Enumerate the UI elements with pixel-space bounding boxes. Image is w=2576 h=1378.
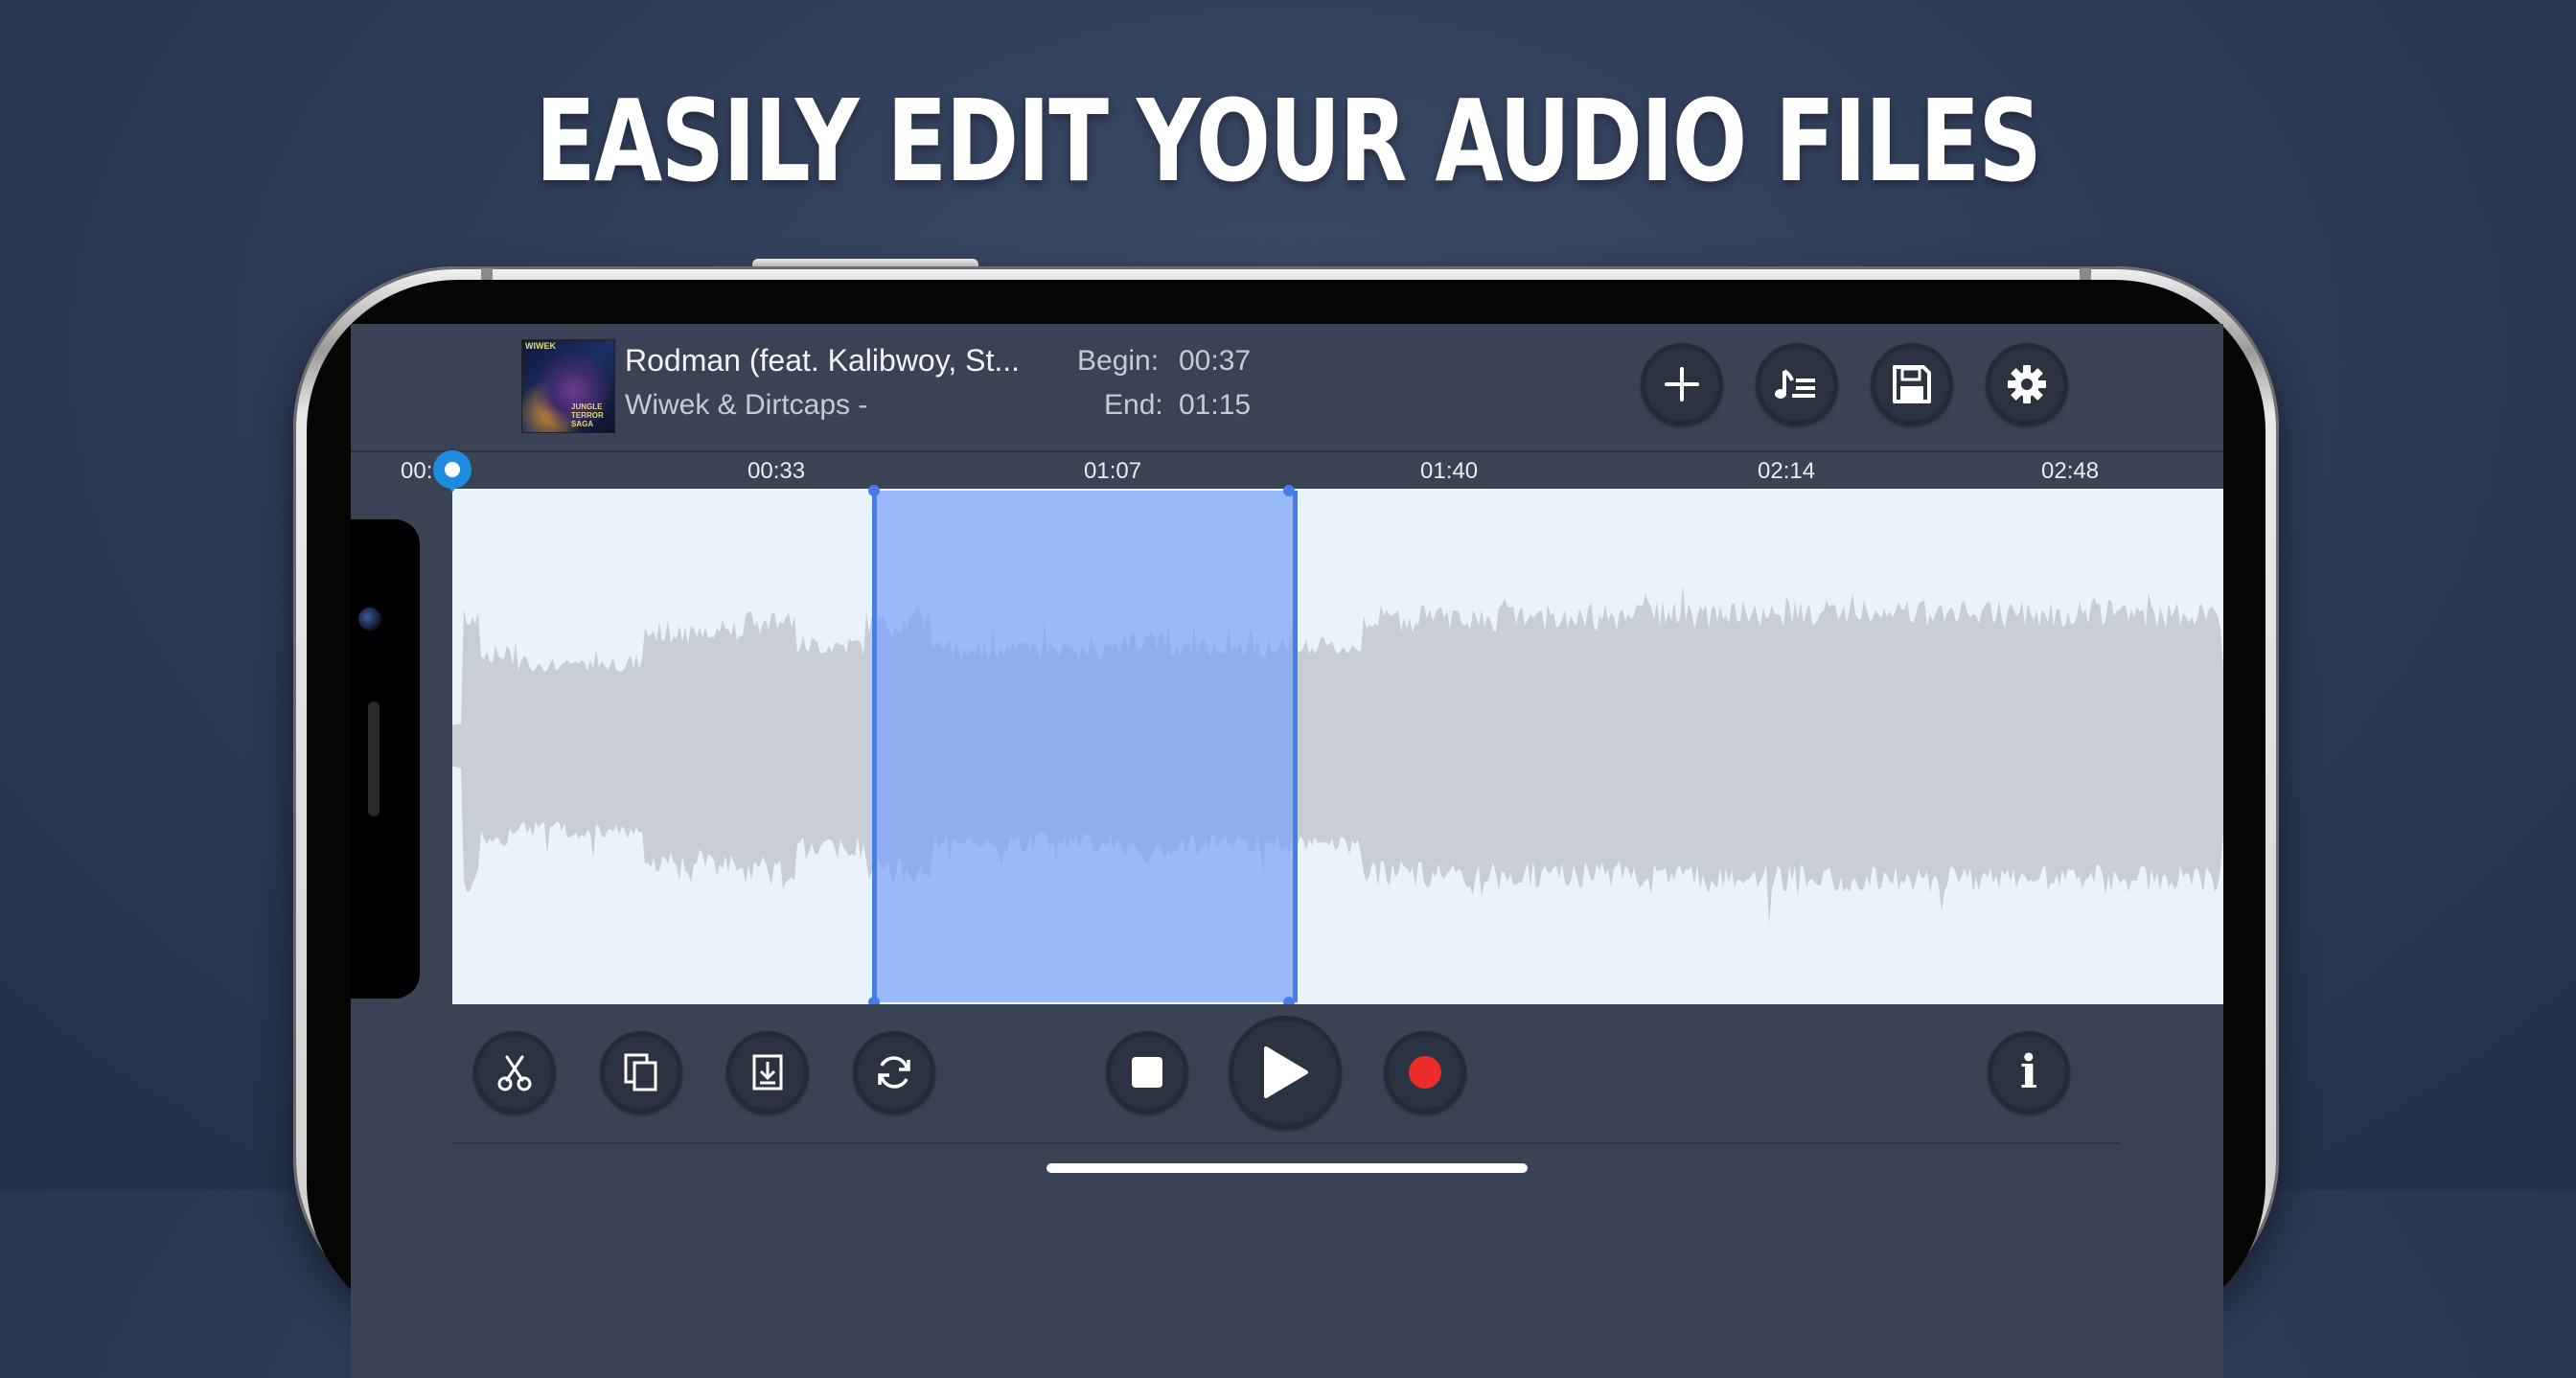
begin-value: 00:37 xyxy=(1179,345,1252,377)
timeline-tick: 00:33 xyxy=(748,458,806,484)
loop-button[interactable] xyxy=(853,1031,935,1114)
timeline-tick: 02:48 xyxy=(2041,458,2100,484)
info-button[interactable]: i xyxy=(1988,1031,2070,1114)
album-art-artist-text: WIWEK xyxy=(525,341,556,351)
play-button[interactable] xyxy=(1229,1016,1342,1129)
waveform-area[interactable] xyxy=(452,489,2223,1004)
save-button[interactable] xyxy=(1871,343,1953,425)
front-camera xyxy=(358,608,381,631)
paste-button[interactable] xyxy=(726,1031,809,1114)
info-icon: i xyxy=(2019,1045,2038,1099)
record-button[interactable] xyxy=(1384,1031,1466,1114)
selection-start-handle[interactable] xyxy=(868,485,880,496)
floppy-disk-icon xyxy=(1893,365,1931,403)
timeline-tick: 01:07 xyxy=(1084,458,1142,484)
copy-button[interactable] xyxy=(600,1031,682,1114)
cut-button[interactable] xyxy=(473,1031,556,1114)
record-icon xyxy=(1409,1056,1441,1089)
track-title: Rodman (feat. Kalibwoy, St... xyxy=(625,343,1021,378)
stop-button[interactable] xyxy=(1106,1031,1188,1114)
begin-label: Begin: xyxy=(1077,345,1160,377)
headline: EASILY EDIT YOUR AUDIO FILES xyxy=(535,75,2042,207)
plus-icon xyxy=(1665,367,1699,402)
copy-icon xyxy=(624,1053,657,1091)
timeline-tick: 01:40 xyxy=(1420,458,1479,484)
settings-button[interactable] xyxy=(1986,343,2068,425)
toolbar-divider xyxy=(452,1142,2120,1144)
paste-download-icon xyxy=(752,1054,783,1091)
playhead-marker-tail xyxy=(447,483,458,493)
waveform xyxy=(452,585,2223,926)
earpiece-speaker xyxy=(368,701,380,816)
home-indicator[interactable] xyxy=(1046,1163,1528,1173)
add-button[interactable] xyxy=(1641,343,1723,425)
album-art-title-text: JUNGLE TERROR SAGA xyxy=(571,402,604,428)
playhead-marker-center xyxy=(445,462,460,477)
playlist-button[interactable] xyxy=(1756,343,1838,425)
track-artist: Wiwek & Dirtcaps - xyxy=(625,389,868,421)
play-icon xyxy=(1264,1046,1308,1098)
music-list-icon xyxy=(1775,369,1815,399)
timeline-tick: 02:14 xyxy=(1758,458,1816,484)
scissors-icon xyxy=(497,1055,532,1091)
gear-icon xyxy=(2008,365,2046,403)
phone-notch xyxy=(351,519,420,999)
end-value: 01:15 xyxy=(1179,389,1252,421)
timeline-tick: 00: xyxy=(401,458,433,484)
selection-region[interactable] xyxy=(872,491,1298,1002)
selection-end-handle[interactable] xyxy=(1283,485,1295,496)
refresh-icon xyxy=(878,1056,910,1089)
stop-icon xyxy=(1132,1057,1162,1088)
end-label: End: xyxy=(1104,389,1163,421)
